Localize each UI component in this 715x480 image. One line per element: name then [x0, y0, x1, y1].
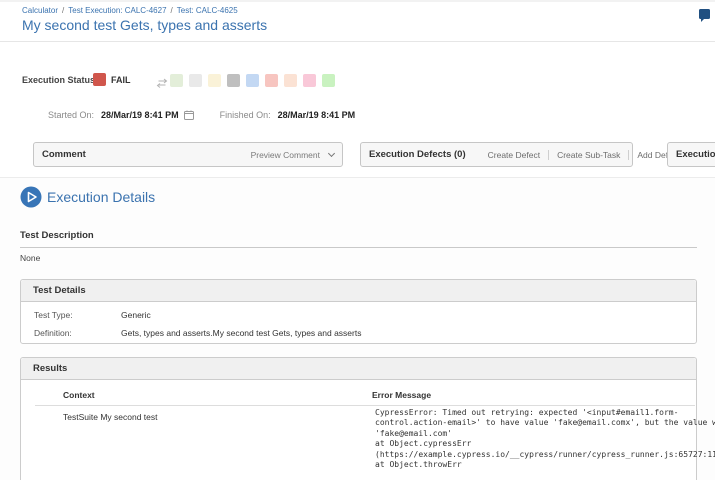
execution-evidence-title: Execution Evidence	[676, 149, 715, 160]
defect-actions: Create Defect Create Sub-Task Add Defect…	[480, 150, 692, 160]
calendar-icon[interactable]	[184, 110, 194, 120]
status-option-square[interactable]	[284, 74, 297, 87]
definition-label: Definition:	[34, 328, 121, 338]
comment-panel-title: Comment	[42, 149, 86, 160]
create-defect-link[interactable]: Create Defect	[480, 150, 548, 160]
table-header-divider	[35, 405, 695, 406]
context-column-header: Context	[63, 390, 95, 400]
execution-defects-panel-header[interactable]: Execution Defects (0) Create Defect Crea…	[360, 142, 633, 167]
breadcrumb-separator: /	[62, 6, 64, 15]
execution-status-value: FAIL	[93, 73, 131, 86]
status-option-square[interactable]	[227, 74, 240, 87]
header-divider	[0, 41, 715, 42]
breadcrumb-separator: /	[171, 6, 173, 15]
result-row-context: TestSuite My second test	[63, 412, 158, 422]
execution-defects-title: Execution Defects (0)	[369, 149, 466, 160]
breadcrumb-link-test-execution[interactable]: Test Execution: CALC-4627	[68, 6, 166, 15]
execution-status-label: Execution Status	[22, 75, 95, 85]
error-message-column-header: Error Message	[372, 390, 431, 400]
test-description-header: Test Description	[20, 230, 697, 248]
test-type-row: Test Type: Generic	[21, 310, 696, 320]
started-on-value: 28/Mar/19 8:41 PM	[101, 110, 179, 120]
preview-comment-link[interactable]: Preview Comment	[251, 150, 320, 160]
finished-on-label: Finished On:	[220, 110, 271, 120]
breadcrumb-link-test[interactable]: Test: CALC-4625	[177, 6, 238, 15]
definition-row: Definition: Gets, types and asserts.My s…	[21, 328, 696, 338]
test-type-value: Generic	[121, 310, 151, 320]
status-option-square[interactable]	[265, 74, 278, 87]
status-option-square[interactable]	[246, 74, 259, 87]
window-top-edge	[0, 0, 715, 2]
results-panel-header: Results	[21, 358, 696, 380]
test-description-value: None	[20, 253, 40, 263]
breadcrumb: Calculator / Test Execution: CALC-4627 / Tes…	[22, 6, 238, 15]
status-option-square[interactable]	[322, 74, 335, 87]
status-option-square[interactable]	[208, 74, 221, 87]
test-type-label: Test Type:	[34, 310, 121, 320]
definition-value: Gets, types and asserts.My second test G…	[121, 328, 361, 338]
page-title: My second test Gets, types and asserts	[22, 17, 267, 33]
status-option-square[interactable]	[170, 74, 183, 87]
xray-test-run-page: Calculator / Test Execution: CALC-4627 / Tes…	[0, 0, 715, 480]
execution-evidence-panel-header[interactable]: Execution Evidence	[667, 142, 715, 167]
finished-on-value: 28/Mar/19 8:41 PM	[278, 110, 356, 120]
status-palette	[170, 74, 341, 87]
breadcrumb-link-project[interactable]: Calculator	[22, 6, 58, 15]
test-details-panel-header: Test Details	[21, 280, 696, 302]
fail-status-square	[93, 73, 106, 86]
result-row-error-message: CypressError: Timed out retrying: expect…	[375, 408, 715, 470]
create-subtask-link[interactable]: Create Sub-Task	[548, 150, 628, 160]
change-status-arrows-icon[interactable]	[156, 75, 168, 93]
fail-status-text: FAIL	[111, 75, 131, 85]
test-details-panel: Test Details Test Type: Generic Definiti…	[20, 279, 697, 344]
comment-panel-header[interactable]: Comment Preview Comment	[33, 142, 343, 167]
status-option-square[interactable]	[303, 74, 316, 87]
execution-dates: Started On: 28/Mar/19 8:41 PM Finished O…	[48, 110, 355, 120]
play-circle-icon	[20, 186, 42, 208]
results-panel: Results Context Error Message TestSuite …	[20, 357, 697, 480]
execution-details-heading: Execution Details	[20, 186, 155, 208]
chat-bubble-icon[interactable]	[698, 8, 711, 27]
started-on-label: Started On:	[48, 110, 94, 120]
execution-details-heading-text: Execution Details	[47, 189, 155, 205]
chevron-down-icon[interactable]	[328, 149, 335, 156]
status-option-square[interactable]	[189, 74, 202, 87]
